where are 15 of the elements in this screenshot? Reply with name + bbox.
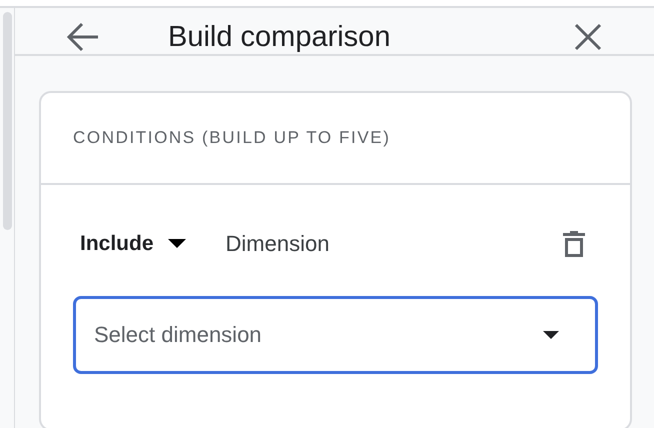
scrollbar-thumb[interactable] <box>3 12 12 230</box>
close-button[interactable] <box>572 21 604 53</box>
caret-icon <box>543 330 559 340</box>
section-heading: CONDITIONS (BUILD UP TO FIVE) <box>73 128 390 148</box>
panel-title: Build comparison <box>168 20 392 54</box>
delete-button[interactable] <box>561 230 587 258</box>
close-icon <box>574 23 602 51</box>
scrollbar[interactable] <box>0 8 15 428</box>
back-arrow-icon <box>66 21 100 53</box>
include-dropdown[interactable]: Include <box>80 232 186 256</box>
dimension-label: Dimension <box>226 231 330 257</box>
back-button[interactable] <box>66 20 100 54</box>
trash-icon <box>563 231 585 257</box>
dimension-select-field[interactable]: Select dimension <box>73 296 598 374</box>
caret-icon <box>168 239 186 249</box>
